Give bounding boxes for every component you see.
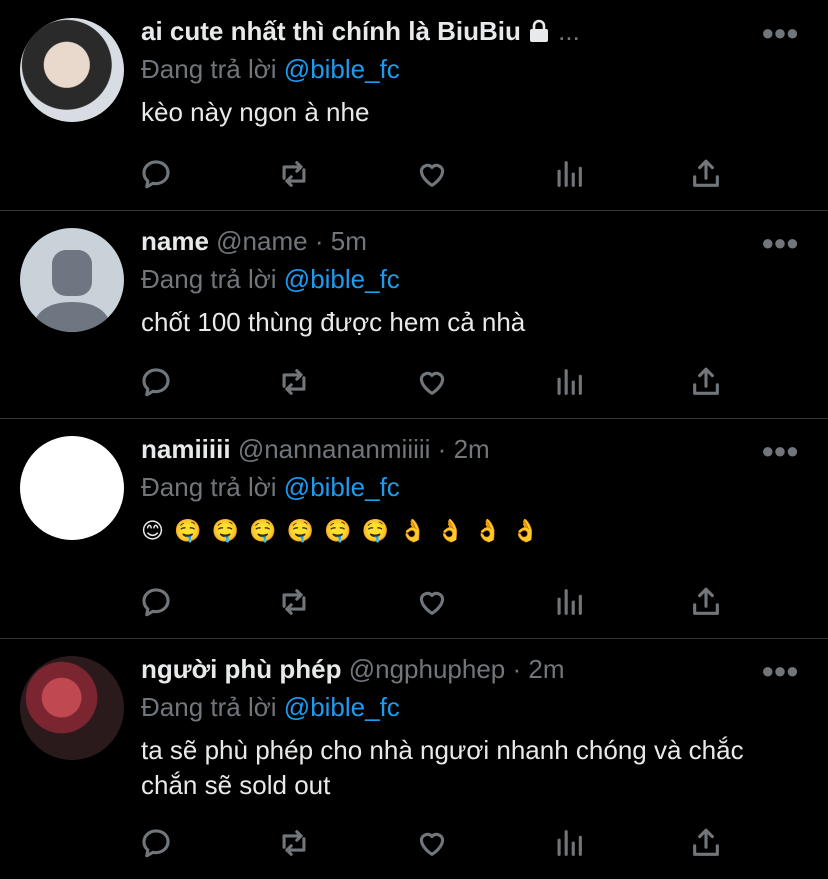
like-icon[interactable]: [415, 365, 455, 405]
more-icon[interactable]: ●●●: [761, 20, 799, 46]
analytics-icon[interactable]: [552, 365, 592, 405]
analytics-icon[interactable]: [552, 157, 592, 197]
reply-icon[interactable]: [139, 826, 179, 866]
share-icon[interactable]: [689, 826, 729, 866]
like-icon[interactable]: [415, 157, 455, 197]
tweet-2[interactable]: name @name · 5m Đang trả lời @bible_fc c…: [0, 210, 828, 418]
analytics-icon[interactable]: [552, 585, 592, 625]
tweet-text: kèo này ngon à nhe: [141, 97, 370, 127]
reply-mention[interactable]: @bible_fc: [284, 692, 400, 722]
reply-prefix: Đang trả lời: [141, 264, 277, 294]
tweet-header: namiiiii @nannananmiiiii · 2m: [141, 432, 490, 466]
separator: ·: [437, 434, 447, 464]
retweet-icon[interactable]: [277, 585, 317, 625]
handle[interactable]: @ngphuphep: [349, 654, 506, 684]
tweet-header: ai cute nhất thì chính là BiuBiu ...: [141, 14, 580, 51]
handle[interactable]: @name: [216, 226, 307, 256]
reply-icon[interactable]: [139, 157, 179, 197]
analytics-icon[interactable]: [552, 826, 592, 866]
reply-context: Đang trả lời @bible_fc: [141, 690, 400, 724]
avatar[interactable]: [20, 18, 124, 122]
timestamp[interactable]: 2m: [454, 434, 490, 464]
more-icon[interactable]: ●●●: [761, 658, 799, 684]
avatar[interactable]: [20, 656, 124, 760]
share-icon[interactable]: [689, 157, 729, 197]
share-icon[interactable]: [689, 585, 729, 625]
tweet-text: ta sẽ phù phép cho nhà ngươi nhanh chóng…: [141, 735, 744, 800]
default-avatar-icon: [32, 250, 112, 332]
reply-mention[interactable]: @bible_fc: [284, 264, 400, 294]
tweet-text: 😊 🤤 🤤 🤤 🤤 🤤 🤤 👌 👌 👌 👌: [141, 518, 541, 543]
reply-context: Đang trả lời @bible_fc: [141, 470, 400, 504]
avatar[interactable]: [20, 436, 124, 540]
retweet-icon[interactable]: [277, 826, 317, 866]
separator: ·: [512, 654, 522, 684]
tweet-header: người phù phép @ngphuphep · 2m: [141, 652, 565, 686]
reply-mention[interactable]: @bible_fc: [284, 54, 400, 84]
like-icon[interactable]: [415, 585, 455, 625]
lock-icon: [527, 17, 551, 51]
reply-icon[interactable]: [139, 365, 179, 405]
retweet-icon[interactable]: [277, 365, 317, 405]
share-icon[interactable]: [689, 365, 729, 405]
reply-icon[interactable]: [139, 585, 179, 625]
display-name[interactable]: ai cute nhất thì chính là BiuBiu: [141, 16, 521, 46]
header-ellipsis: ...: [558, 16, 580, 46]
reply-prefix: Đang trả lời: [141, 54, 277, 84]
tweet-3[interactable]: namiiiii @nannananmiiiii · 2m Đang trả l…: [0, 418, 828, 638]
more-icon[interactable]: ●●●: [761, 438, 799, 464]
display-name[interactable]: namiiiii: [141, 434, 231, 464]
reply-context: Đang trả lời @bible_fc: [141, 52, 400, 86]
tweet-header: name @name · 5m: [141, 224, 367, 258]
tweet-text: chốt 100 thùng được hem cả nhà: [141, 307, 526, 337]
tweet-4[interactable]: người phù phép @ngphuphep · 2m Đang trả …: [0, 638, 828, 879]
reply-context: Đang trả lời @bible_fc: [141, 262, 400, 296]
reply-prefix: Đang trả lời: [141, 472, 277, 502]
reply-prefix: Đang trả lời: [141, 692, 277, 722]
tweet-1[interactable]: ai cute nhất thì chính là BiuBiu ... Đan…: [0, 0, 828, 210]
reply-mention[interactable]: @bible_fc: [284, 472, 400, 502]
display-name[interactable]: name: [141, 226, 209, 256]
like-icon[interactable]: [415, 826, 455, 866]
avatar[interactable]: [20, 228, 124, 332]
separator: ·: [314, 226, 324, 256]
handle[interactable]: @nannananmiiiii: [238, 434, 431, 464]
retweet-icon[interactable]: [277, 157, 317, 197]
timestamp[interactable]: 2m: [528, 654, 564, 684]
display-name[interactable]: người phù phép: [141, 654, 342, 684]
more-icon[interactable]: ●●●: [761, 230, 799, 256]
timestamp[interactable]: 5m: [331, 226, 367, 256]
